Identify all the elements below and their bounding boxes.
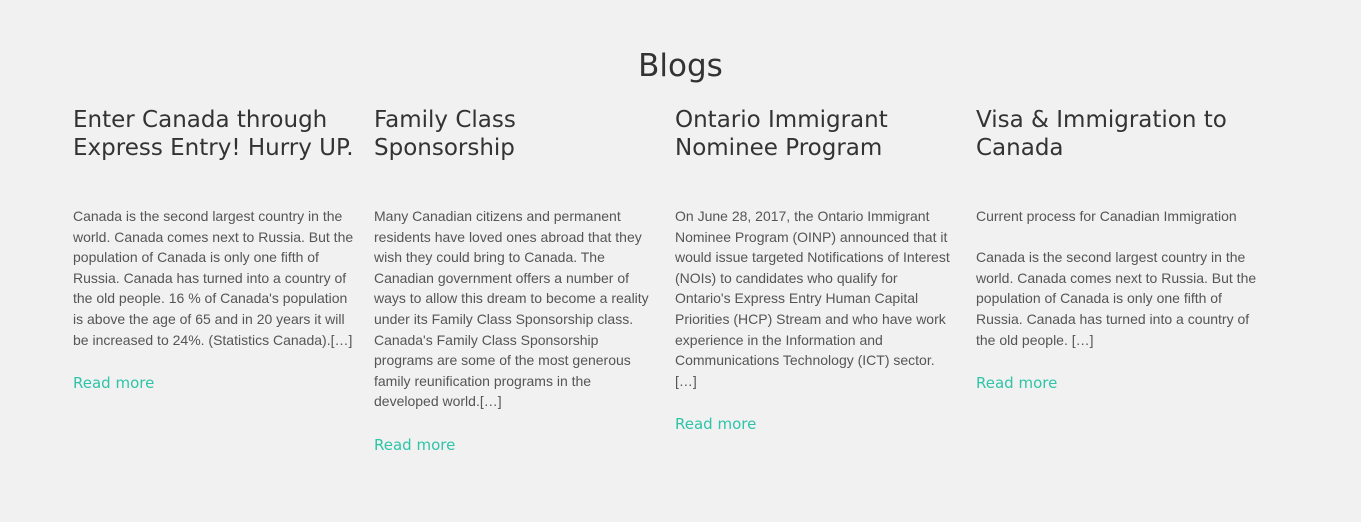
blog-post-card: Family Class Sponsorship Many Canadian c… <box>374 106 656 455</box>
blog-post-excerpt: Current process for Canadian Immigration… <box>976 206 1258 350</box>
blog-post-title[interactable]: Enter Canada through Express Entry! Hurr… <box>73 106 355 206</box>
blog-post-card: Visa & Immigration to Canada Current pro… <box>976 106 1258 393</box>
read-more-link[interactable]: Read more <box>675 414 756 434</box>
blog-post-excerpt: Many Canadian citizens and permanent res… <box>374 206 656 412</box>
blog-post-title[interactable]: Family Class Sponsorship <box>374 106 656 206</box>
blog-post-card: Enter Canada through Express Entry! Hurr… <box>73 106 355 393</box>
excerpt-paragraph: On June 28, 2017, the Ontario Immigrant … <box>675 208 950 389</box>
section-title: Blogs <box>638 48 723 84</box>
excerpt-paragraph: Many Canadian citizens and permanent res… <box>374 208 649 410</box>
blog-post-title[interactable]: Ontario Immigrant Nominee Program <box>675 106 957 206</box>
read-more-link[interactable]: Read more <box>73 373 154 393</box>
excerpt-paragraph: Canada is the second largest country in … <box>976 249 1257 348</box>
blog-post-card: Ontario Immigrant Nominee Program On Jun… <box>675 106 957 434</box>
blog-post-excerpt: On June 28, 2017, the Ontario Immigrant … <box>675 206 957 391</box>
read-more-link[interactable]: Read more <box>976 373 1057 393</box>
excerpt-paragraph: Current process for Canadian Immigration <box>976 208 1237 224</box>
read-more-link[interactable]: Read more <box>374 435 455 455</box>
blog-post-title[interactable]: Visa & Immigration to Canada <box>976 106 1258 206</box>
blog-post-excerpt: Canada is the second largest country in … <box>73 206 355 350</box>
excerpt-paragraph: Canada is the second largest country in … <box>73 208 354 348</box>
